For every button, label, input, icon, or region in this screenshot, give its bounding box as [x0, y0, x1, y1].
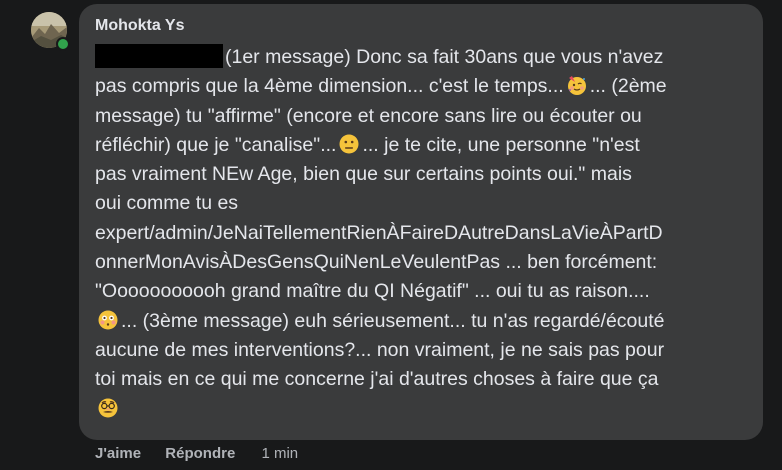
comment-line: onnerMonAvisÀDesGensQuiNenLeVeulentPas .…: [95, 251, 658, 274]
neutral-face-icon: [338, 133, 360, 155]
comment-line: aucune de mes interventions?... non vrai…: [95, 338, 665, 361]
partying-face-icon: [566, 74, 588, 96]
comment-text: (1er message) Donc sa fait 30ans que vou…: [95, 43, 755, 424]
comment: Mohokta Ys (1er message) Donc sa fait 30…: [0, 0, 782, 470]
reply-button[interactable]: Répondre: [165, 445, 235, 462]
comment-line: pas vraiment NEw Age, bien que sur certa…: [95, 163, 632, 186]
flushed-face-icon: [97, 309, 119, 331]
comment-line: expert/admin/JeNaiTellementRienÀFaireDAu…: [95, 221, 663, 244]
comment-line: toi mais en ce qui me concerne j'ai d'au…: [95, 368, 659, 391]
comment-line-text: pas compris que la 4ème dimension... c'e…: [95, 75, 564, 98]
comment-timestamp[interactable]: 1 min: [261, 445, 298, 462]
comment-line: réfléchir) que je "canalise"... ... je te…: [95, 131, 755, 160]
comment-line: oui comme tu es: [95, 192, 239, 215]
comment-line: pas compris que la 4ème dimension... c'e…: [95, 72, 755, 101]
comment-line: "Ooooooooooh grand maître du QI Négatif"…: [95, 280, 650, 303]
comment-line-text: ... je te cite, une personne "n'est: [362, 133, 640, 156]
comment-actions: J'aime Répondre 1 min: [95, 445, 298, 462]
comment-line-text: ... (2ème: [589, 75, 667, 98]
comment-line: ... (3ème message) euh sérieusement... t…: [95, 307, 755, 336]
comment-bubble: Mohokta Ys (1er message) Donc sa fait 30…: [79, 4, 763, 440]
online-status-icon: [56, 37, 70, 51]
comment-line-text: réfléchir) que je "canalise"...: [95, 133, 337, 156]
comment-author[interactable]: Mohokta Ys: [95, 17, 185, 35]
comment-line-text: ... (3ème message) euh sérieusement... t…: [121, 309, 665, 332]
avatar[interactable]: [31, 12, 71, 52]
comment-line: (1er message) Donc sa fait 30ans que vou…: [225, 46, 664, 68]
comment-line: [95, 395, 755, 424]
disguised-face-icon: [97, 397, 119, 419]
like-button[interactable]: J'aime: [95, 445, 141, 462]
comment-line: message) tu "affirme" (encore et encore …: [95, 104, 642, 127]
